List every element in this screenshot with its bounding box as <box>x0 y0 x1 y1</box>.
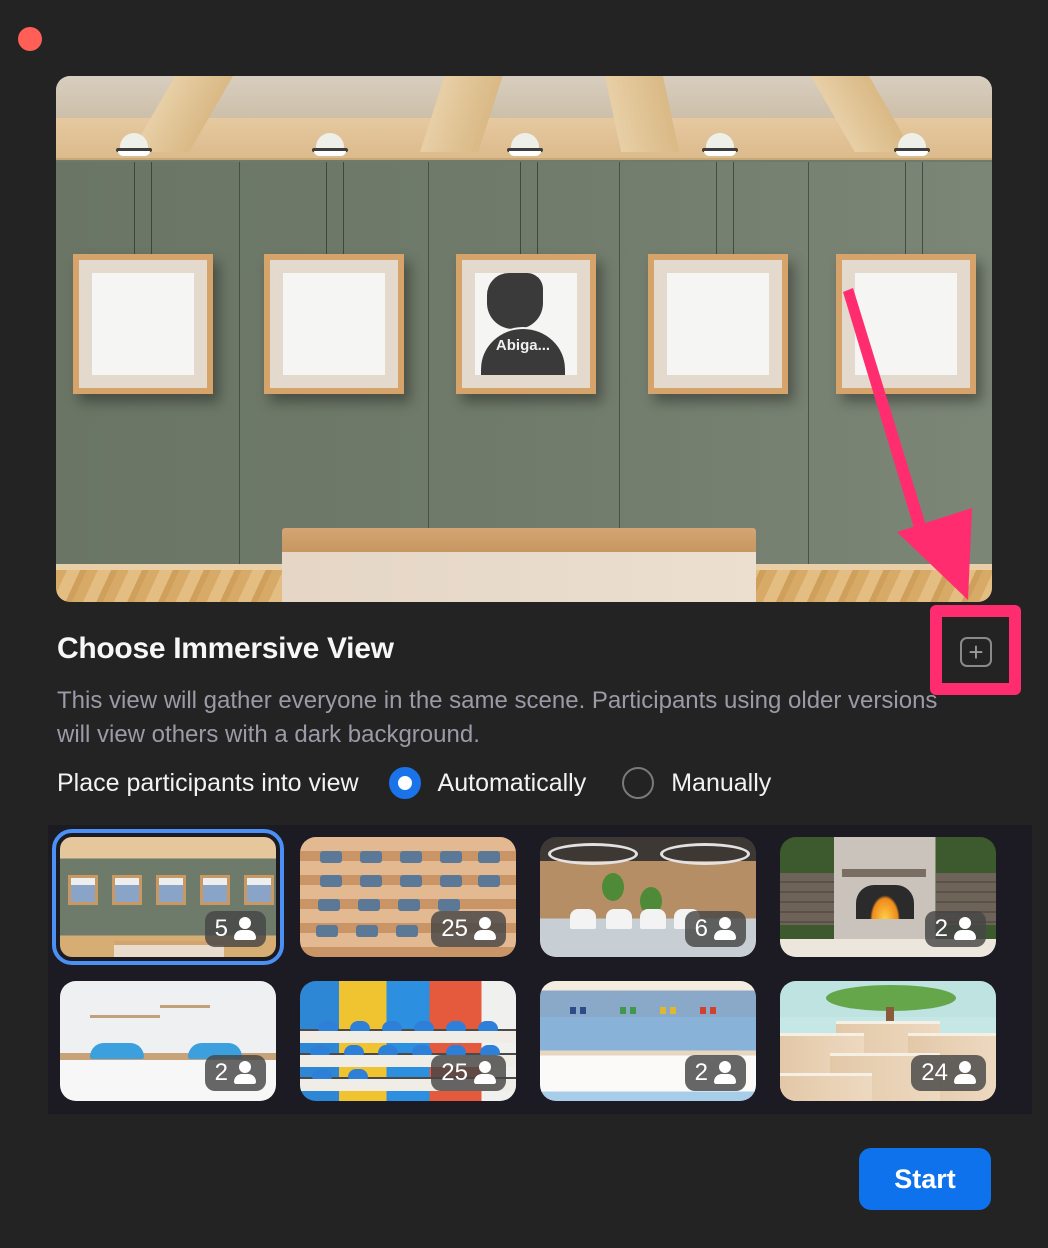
radio-label: Manually <box>671 768 772 797</box>
scene-grid: 5 25 6 2 2 25 2 24 <box>48 825 1032 1114</box>
scene-tile-classroom[interactable]: 25 <box>300 981 516 1101</box>
capacity-badge: 2 <box>684 1055 746 1091</box>
scene-tile-cafe[interactable]: 2 <box>540 981 756 1101</box>
capacity-badge: 5 <box>204 911 266 947</box>
close-window-button[interactable] <box>18 27 42 51</box>
radio-selected-icon <box>388 767 421 799</box>
participant-frame <box>836 254 976 394</box>
person-icon <box>234 917 256 941</box>
person-icon <box>954 917 976 941</box>
fire-icon <box>856 885 914 919</box>
person-icon <box>714 917 736 941</box>
participant-frame <box>264 254 404 394</box>
capacity-badge: 25 <box>431 1055 506 1091</box>
capacity-badge: 25 <box>431 911 506 947</box>
capacity-badge: 24 <box>911 1055 986 1091</box>
scene-tile-playground[interactable]: 24 <box>780 981 996 1101</box>
person-icon <box>474 917 496 941</box>
person-icon <box>474 1061 496 1085</box>
bench <box>282 528 756 552</box>
avatar-icon <box>487 273 543 329</box>
wall-panel-line <box>619 162 620 568</box>
person-icon <box>234 1061 256 1085</box>
scene-tile-office[interactable]: 6 <box>540 837 756 957</box>
scene-tile-fireplace[interactable]: 2 <box>780 837 996 957</box>
placement-label: Place participants into view <box>57 768 359 797</box>
capacity-badge: 2 <box>924 911 986 947</box>
ceiling-lamp <box>507 133 543 157</box>
person-icon <box>714 1061 736 1085</box>
participant-frame[interactable]: Abiga... <box>456 254 596 394</box>
radio-manually[interactable]: Manually <box>622 767 771 799</box>
capacity-badge: 6 <box>684 911 746 947</box>
description: This view will gather everyone in the sa… <box>57 687 938 748</box>
wall-panel-line <box>428 162 429 568</box>
scene-tile-kitchen[interactable]: 2 <box>60 981 276 1101</box>
immersive-view-preview: Abiga... <box>56 76 992 602</box>
scene-tile-auditorium[interactable]: 25 <box>300 837 516 957</box>
radio-label: Automatically <box>437 768 587 797</box>
ceiling-lamp <box>702 133 738 157</box>
annotation-highlight-box <box>930 605 1021 695</box>
bench-base <box>282 552 756 602</box>
capacity-badge: 2 <box>204 1055 266 1091</box>
ceiling-lamp <box>894 133 930 157</box>
placement-row: Place participants into view Automatical… <box>57 766 771 800</box>
ceiling-lamp <box>116 133 152 157</box>
radio-automatically[interactable]: Automatically <box>388 767 587 799</box>
participant-frame <box>73 254 213 394</box>
start-button[interactable]: Start <box>859 1148 991 1210</box>
page-title: Choose Immersive View <box>57 632 394 665</box>
wall-panel-line <box>808 162 809 568</box>
radio-unselected-icon <box>622 767 655 799</box>
person-icon <box>954 1061 976 1085</box>
participant-name: Abiga... <box>495 337 551 354</box>
participant-frame <box>648 254 788 394</box>
ceiling-lamp <box>312 133 348 157</box>
wall-panel-line <box>239 162 240 568</box>
scene-tile-gallery[interactable]: 5 <box>52 829 284 965</box>
